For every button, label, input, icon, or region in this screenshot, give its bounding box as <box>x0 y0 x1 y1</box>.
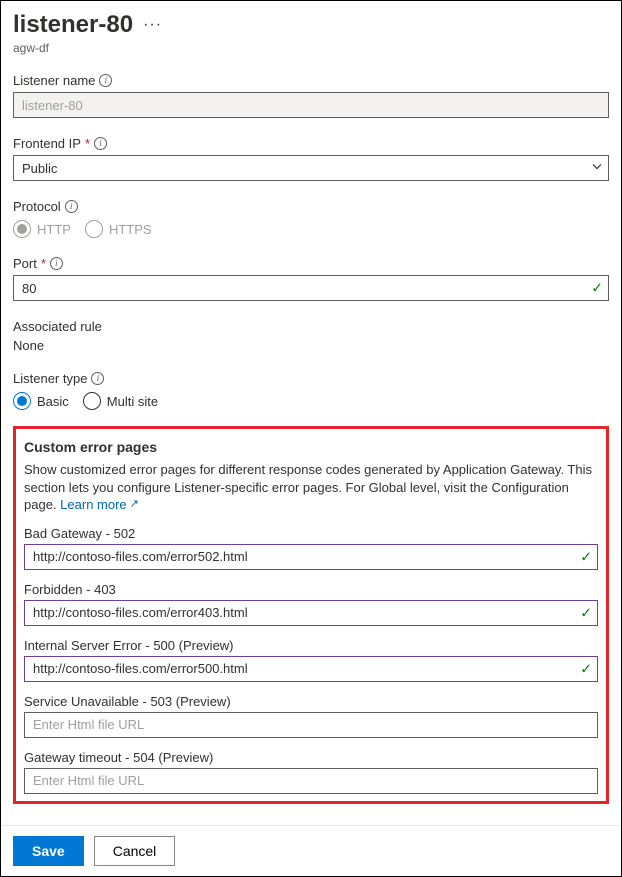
cancel-button[interactable]: Cancel <box>94 836 176 866</box>
listener-type-multi-label: Multi site <box>107 394 158 409</box>
resource-subtitle: agw-df <box>13 41 609 55</box>
save-button[interactable]: Save <box>13 836 84 866</box>
error-page-label: Gateway timeout - 504 (Preview) <box>24 750 598 765</box>
associated-rule-label: Associated rule <box>13 319 102 334</box>
page-title: listener-80 <box>13 11 133 39</box>
protocol-https-label: HTTPS <box>109 222 152 237</box>
error-page-url-input[interactable] <box>24 544 598 570</box>
listener-type-basic-radio[interactable]: Basic <box>13 392 69 410</box>
info-icon[interactable]: i <box>50 257 63 270</box>
associated-rule-value: None <box>13 338 609 353</box>
required-indicator: * <box>85 136 90 151</box>
info-icon[interactable]: i <box>94 137 107 150</box>
more-actions-icon[interactable]: ··· <box>143 16 162 34</box>
listener-name-label: Listener name <box>13 73 95 88</box>
learn-more-link[interactable]: Learn more ↗ <box>60 496 139 514</box>
frontend-ip-select[interactable] <box>13 155 609 181</box>
error-page-label: Bad Gateway - 502 <box>24 526 598 541</box>
listener-type-multi-radio[interactable]: Multi site <box>83 392 158 410</box>
listener-type-basic-label: Basic <box>37 394 69 409</box>
custom-error-title: Custom error pages <box>24 439 598 455</box>
error-page-label: Forbidden - 403 <box>24 582 598 597</box>
info-icon[interactable]: i <box>65 200 78 213</box>
error-page-url-input[interactable] <box>24 768 598 794</box>
error-page-url-input[interactable] <box>24 656 598 682</box>
protocol-http-label: HTTP <box>37 222 71 237</box>
info-icon[interactable]: i <box>99 74 112 87</box>
error-page-url-input[interactable] <box>24 600 598 626</box>
custom-error-section: Custom error pages Show customized error… <box>13 426 609 804</box>
error-page-label: Service Unavailable - 503 (Preview) <box>24 694 598 709</box>
port-input[interactable] <box>13 275 609 301</box>
error-page-url-input[interactable] <box>24 712 598 738</box>
port-label: Port <box>13 256 37 271</box>
protocol-label: Protocol <box>13 199 61 214</box>
info-icon[interactable]: i <box>91 372 104 385</box>
external-link-icon: ↗ <box>130 497 139 512</box>
required-indicator: * <box>41 256 46 271</box>
protocol-https-radio: HTTPS <box>85 220 152 238</box>
frontend-ip-label: Frontend IP <box>13 136 81 151</box>
listener-type-label: Listener type <box>13 371 87 386</box>
learn-more-label: Learn more <box>60 496 126 514</box>
protocol-http-radio: HTTP <box>13 220 71 238</box>
listener-name-input <box>13 92 609 118</box>
error-page-label: Internal Server Error - 500 (Preview) <box>24 638 598 653</box>
